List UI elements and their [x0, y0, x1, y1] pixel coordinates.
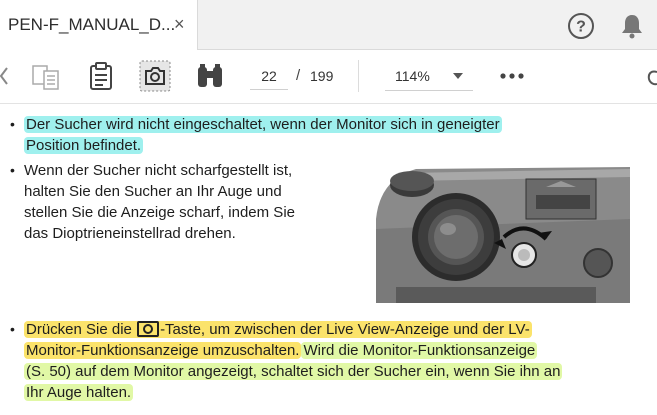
svg-text:?: ?: [576, 19, 586, 36]
p2-line-3: stellen Sie die Anzeige scharf, indem Si…: [24, 204, 295, 221]
highlight-green: (S. 50) auf dem Monitor angezeigt, schal…: [24, 363, 563, 380]
partial-toolbar-icon[interactable]: [645, 66, 657, 88]
zoom-dropdown[interactable]: 114%: [385, 62, 473, 91]
page-separator: /: [296, 67, 301, 84]
chevron-down-icon: [453, 73, 463, 79]
document-tab[interactable]: PEN-F_MANUAL_D... ×: [0, 0, 198, 50]
document-tab-title: PEN-F_MANUAL_D...: [8, 15, 176, 34]
lv-button-symbol-icon: [137, 321, 160, 337]
binoculars-icon[interactable]: [195, 62, 225, 90]
highlight-yellow: Drücken Sie die -Taste, um zwischen der …: [24, 321, 532, 338]
p1-line-1[interactable]: Der Sucher wird nicht eingeschaltet, wen…: [24, 115, 502, 135]
compare-icon[interactable]: [30, 63, 62, 91]
p2-line-4: das Dioptrieneinstellrad drehen.: [24, 225, 236, 242]
close-tab-icon[interactable]: ×: [174, 14, 185, 35]
highlight-green: Wird die Monitor-Funktionsanzeige: [301, 342, 538, 359]
total-pages: 199: [310, 68, 334, 84]
p1-line-2[interactable]: Position befindet.: [24, 136, 144, 156]
tab-bar: PEN-F_MANUAL_D... × ?: [0, 0, 657, 50]
p2-line-1: Wenn der Sucher nicht scharfgestellt ist…: [24, 162, 293, 179]
p3-line-1-a: Drücken Sie die: [26, 321, 132, 338]
bullet-3: •: [10, 321, 15, 337]
notification-bell-icon[interactable]: [620, 12, 644, 40]
help-icon[interactable]: ?: [567, 12, 595, 40]
zoom-value: 114%: [395, 68, 430, 84]
p3-line-1[interactable]: Drücken Sie die -Taste, um zwischen der …: [24, 320, 532, 340]
p3-line-1-b: -Taste, um zwischen der Live View-Anzeig…: [160, 321, 530, 338]
bullet-1: •: [10, 116, 15, 132]
toolbar-divider: [358, 60, 359, 92]
prev-chevron-icon[interactable]: [0, 66, 8, 86]
document-page: • Der Sucher wird nicht eingeschaltet, w…: [0, 104, 657, 415]
clipboard-icon[interactable]: [87, 61, 115, 91]
highlight-green: Ihr Auge halten.: [24, 384, 134, 401]
p3-line-4[interactable]: Ihr Auge halten.: [24, 383, 134, 403]
bullet-2: •: [10, 162, 15, 178]
highlight-cyan: Position befindet.: [24, 137, 144, 154]
snapshot-icon[interactable]: [139, 60, 171, 92]
page-number-input[interactable]: [250, 63, 288, 90]
p3-line-3[interactable]: (S. 50) auf dem Monitor angezeigt, schal…: [24, 362, 563, 382]
p2-line-2: halten Sie den Sucher an Ihr Auge und: [24, 183, 282, 200]
more-options-icon[interactable]: [499, 66, 525, 86]
p3-line-2[interactable]: Monitor-Funktionsanzeige umzuschalten. Wi…: [24, 341, 538, 361]
camera-viewfinder-illustration: [376, 159, 630, 303]
highlight-yellow: Monitor-Funktionsanzeige umzuschalten.: [24, 342, 302, 359]
highlight-cyan: Der Sucher wird nicht eingeschaltet, wen…: [24, 116, 502, 133]
